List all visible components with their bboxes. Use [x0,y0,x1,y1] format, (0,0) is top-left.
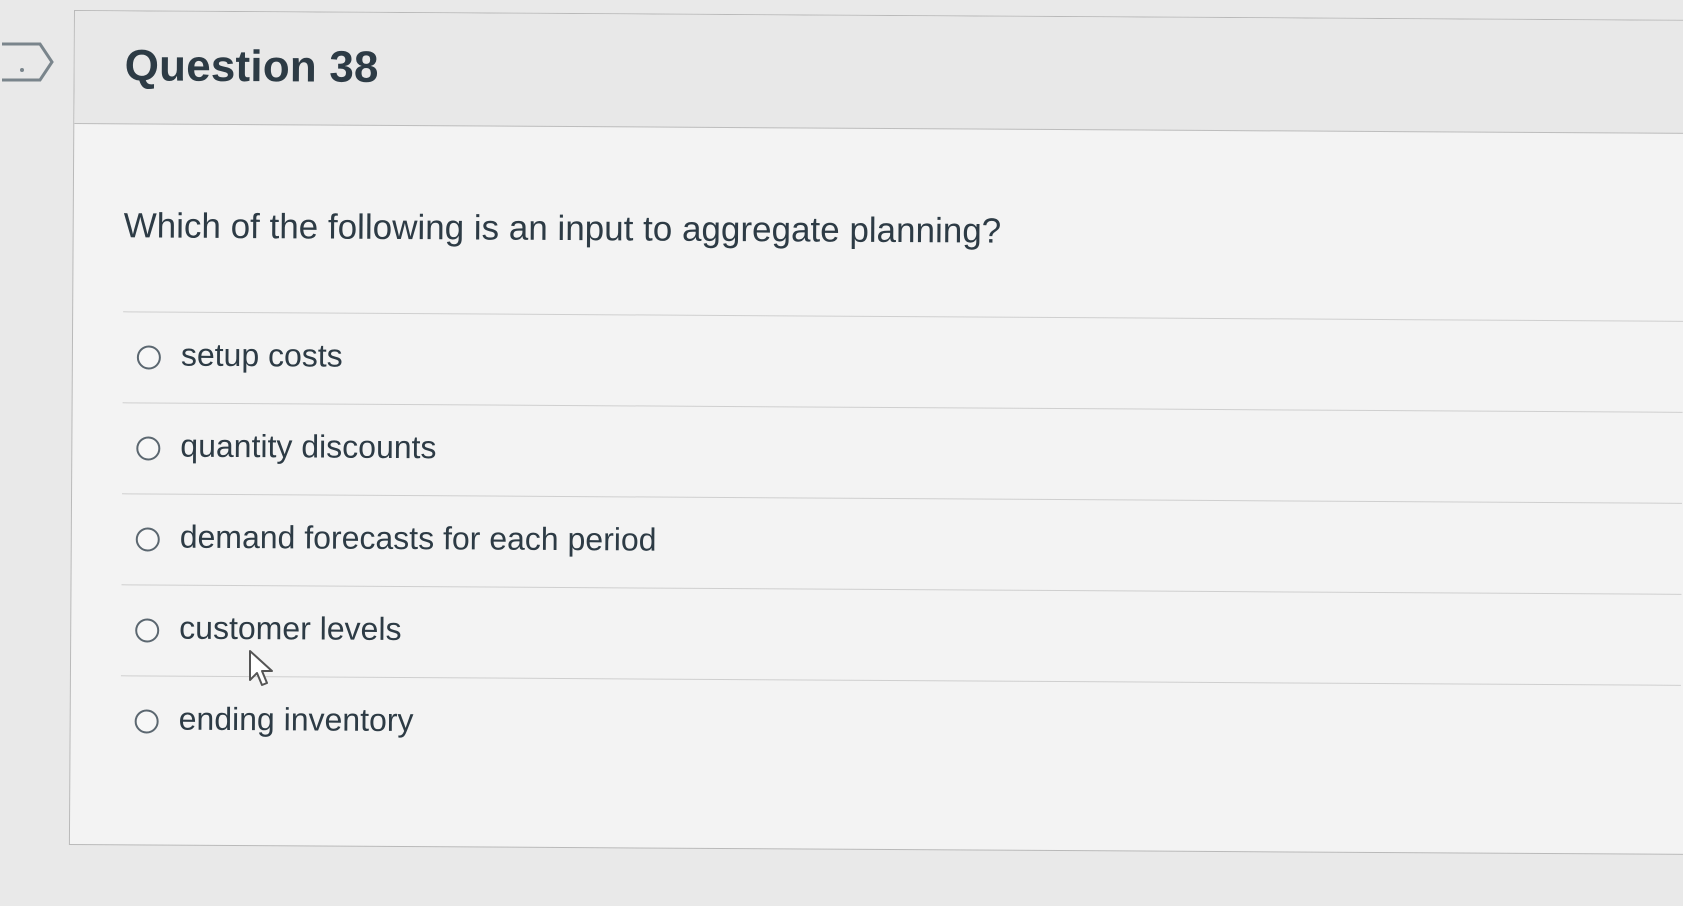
answer-option[interactable]: demand forecasts for each period [121,493,1683,594]
mouse-pointer-icon [249,650,273,686]
radio-button[interactable] [136,436,161,461]
answer-label[interactable]: setup costs [181,337,343,375]
question-title: Question 38 [124,41,379,92]
answer-option[interactable]: quantity discounts [122,402,1683,503]
answer-label[interactable]: quantity discounts [180,428,436,467]
radio-button[interactable] [135,618,160,643]
answer-option[interactable]: customer levels [120,584,1682,685]
question-header: Question 38 [74,11,1683,134]
answer-list: setup costs quantity discounts demand fo… [120,311,1683,776]
answer-label[interactable]: customer levels [179,610,402,648]
answer-label[interactable]: ending inventory [179,701,414,739]
answer-label[interactable]: demand forecasts for each period [180,519,657,559]
answer-option[interactable]: ending inventory [120,675,1681,776]
question-text: Which of the following is an input to ag… [123,206,1002,251]
radio-button[interactable] [134,709,159,734]
radio-button[interactable] [135,527,160,552]
answer-option[interactable]: setup costs [122,311,1683,412]
radio-button[interactable] [136,345,161,370]
question-card: Question 38 Which of the following is an… [68,10,1683,855]
flag-question-icon[interactable] [0,42,54,82]
